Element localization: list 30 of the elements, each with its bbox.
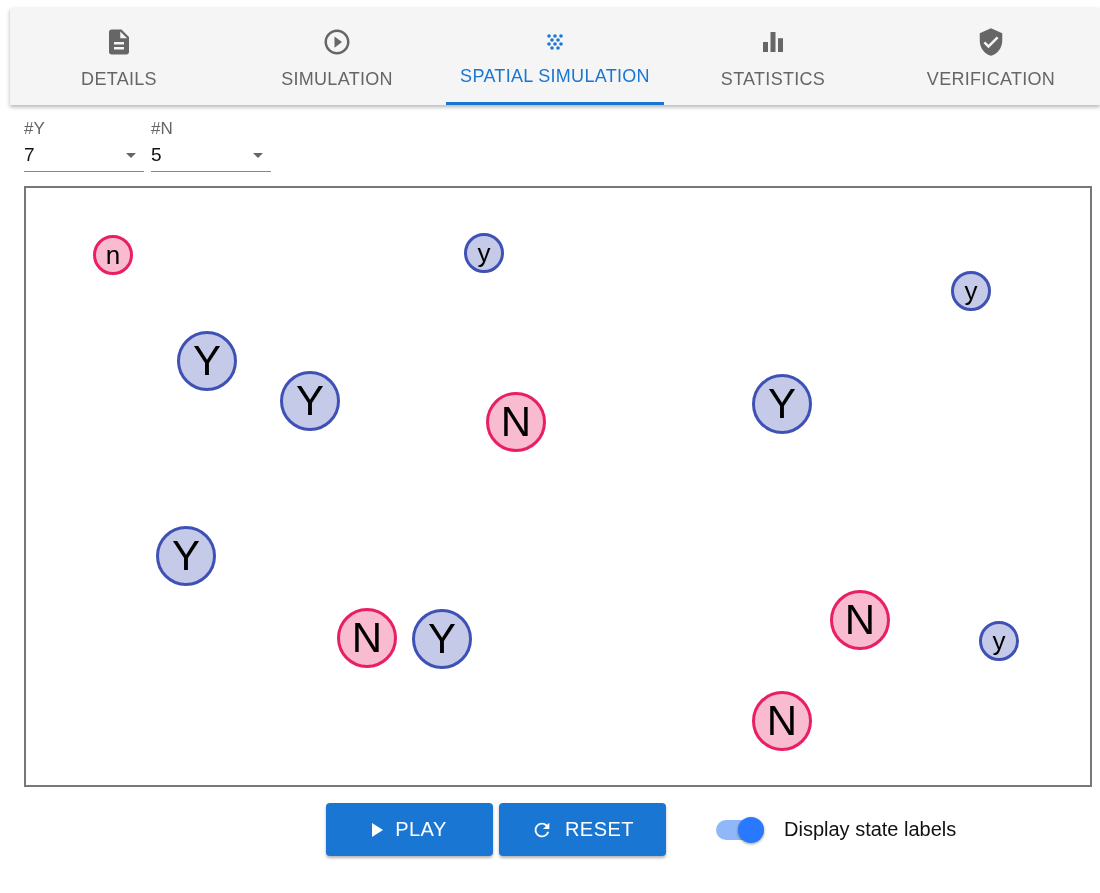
agent-node: Y bbox=[177, 331, 237, 391]
agent-node: N bbox=[830, 590, 890, 650]
toggle-label: Display state labels bbox=[784, 818, 957, 841]
tab[interactable]: DETAILS bbox=[10, 8, 228, 105]
play-button[interactable]: PLAY bbox=[326, 803, 493, 856]
agent-node: y bbox=[464, 233, 504, 273]
switch-thumb[interactable] bbox=[738, 816, 764, 843]
dropdown-caret-icon bbox=[126, 152, 136, 158]
select-field[interactable]: 7 bbox=[24, 139, 144, 172]
tab[interactable]: SIMULATION bbox=[228, 8, 446, 105]
tab[interactable]: STATISTICS bbox=[664, 8, 882, 105]
tab[interactable]: SPATIAL SIMULATION bbox=[446, 8, 664, 105]
select-label: #Y bbox=[24, 119, 46, 139]
agent-node: Y bbox=[752, 374, 812, 434]
select-field[interactable]: 5 bbox=[151, 139, 271, 172]
toggle-switch[interactable] bbox=[716, 819, 764, 840]
tab[interactable]: VERIFICATION bbox=[882, 8, 1100, 105]
agent-node: n bbox=[93, 235, 133, 275]
agent-node: Y bbox=[156, 526, 216, 586]
dropdown-caret-icon bbox=[253, 152, 263, 158]
agent-node: y bbox=[951, 271, 991, 311]
play-icon bbox=[372, 822, 384, 837]
agent-node: Y bbox=[280, 371, 340, 431]
select-label: #N bbox=[151, 119, 174, 139]
agent-node: N bbox=[486, 392, 546, 452]
reset-button[interactable]: RESET bbox=[499, 803, 666, 856]
agent-node: Y bbox=[412, 609, 472, 669]
agent-node: N bbox=[752, 691, 812, 751]
agent-node: y bbox=[979, 621, 1019, 661]
agent-node: N bbox=[337, 608, 397, 668]
